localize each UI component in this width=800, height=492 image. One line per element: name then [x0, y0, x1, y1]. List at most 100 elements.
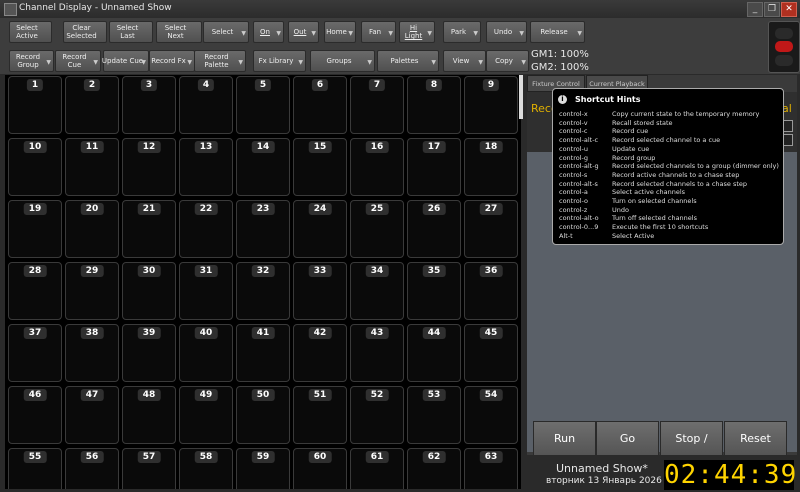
channel-cell[interactable]: 55 — [8, 448, 62, 489]
run-button[interactable]: Run — [533, 421, 596, 456]
channel-cell[interactable]: 15 — [293, 138, 347, 196]
channel-cell[interactable]: 34 — [350, 262, 404, 320]
toolbar-row2-button-5[interactable]: Fx Library ▼ — [253, 50, 306, 72]
channel-cell[interactable]: 1 — [8, 76, 62, 134]
channel-number: 43 — [365, 327, 389, 339]
channel-cell[interactable]: 40 — [179, 324, 233, 382]
go-button[interactable]: Go — [596, 421, 659, 456]
reset-button[interactable]: Reset — [724, 421, 787, 456]
hints-title: Shortcut Hints — [575, 95, 641, 104]
toolbar-row2-button-8[interactable]: View ▼ — [443, 50, 486, 72]
restore-button[interactable]: ❐ — [764, 2, 780, 17]
channel-cell[interactable]: 43 — [350, 324, 404, 382]
toolbar-row1-button-7[interactable]: Home ▼ — [324, 21, 356, 43]
channel-cell[interactable]: 46 — [8, 386, 62, 444]
channel-cell[interactable]: 33 — [293, 262, 347, 320]
toolbar-row1-button-3[interactable]: Select Next — [156, 21, 202, 43]
grid-scrollbar[interactable] — [519, 75, 523, 119]
channel-cell[interactable]: 28 — [8, 262, 62, 320]
channel-cell[interactable]: 25 — [350, 200, 404, 258]
close-button[interactable]: ✕ — [781, 2, 797, 17]
channel-cell[interactable]: 5 — [236, 76, 290, 134]
channel-cell[interactable]: 26 — [407, 200, 461, 258]
channel-cell[interactable]: 42 — [293, 324, 347, 382]
channel-cell[interactable]: 14 — [236, 138, 290, 196]
channel-cell[interactable]: 32 — [236, 262, 290, 320]
stop-back-button[interactable]: Stop / Back — [660, 421, 723, 478]
channel-cell[interactable]: 48 — [122, 386, 176, 444]
channel-cell[interactable]: 57 — [122, 448, 176, 489]
channel-cell[interactable]: 10 — [8, 138, 62, 196]
channel-cell[interactable]: 21 — [122, 200, 176, 258]
toolbar-row2-button-6[interactable]: Groups ▼ — [310, 50, 375, 72]
toolbar-row1-button-5[interactable]: On ▼ — [253, 21, 284, 43]
channel-cell[interactable]: 49 — [179, 386, 233, 444]
toolbar-row1-button-2[interactable]: Select Last — [109, 21, 153, 43]
channel-cell[interactable]: 27 — [464, 200, 518, 258]
channel-cell[interactable]: 7 — [350, 76, 404, 134]
channel-cell[interactable]: 62 — [407, 448, 461, 489]
channel-cell[interactable]: 52 — [350, 386, 404, 444]
channel-cell[interactable]: 61 — [350, 448, 404, 489]
channel-cell[interactable]: 3 — [122, 76, 176, 134]
channel-cell[interactable]: 37 — [8, 324, 62, 382]
channel-cell[interactable]: 9 — [464, 76, 518, 134]
channel-cell[interactable]: 20 — [65, 200, 119, 258]
channel-cell[interactable]: 13 — [179, 138, 233, 196]
channel-cell[interactable]: 8 — [407, 76, 461, 134]
channel-cell[interactable]: 12 — [122, 138, 176, 196]
channel-cell[interactable]: 17 — [407, 138, 461, 196]
channel-cell[interactable]: 24 — [293, 200, 347, 258]
toolbar-row1-button-6[interactable]: Out ▼ — [288, 21, 319, 43]
toolbar-row2-button-1[interactable]: Record Cue ▼ — [55, 50, 101, 72]
channel-cell[interactable]: 63 — [464, 448, 518, 489]
toolbar-row1-button-11[interactable]: Undo ▼ — [486, 21, 527, 43]
channel-cell[interactable]: 11 — [65, 138, 119, 196]
channel-cell[interactable]: 19 — [8, 200, 62, 258]
channel-cell[interactable]: 45 — [464, 324, 518, 382]
toolbar-row1-button-10[interactable]: Park ▼ — [443, 21, 481, 43]
toolbar-row1-button-8[interactable]: Fan ▼ — [361, 21, 396, 43]
toolbar-row1-button-12[interactable]: Release ▼ — [530, 21, 585, 43]
channel-cell[interactable]: 6 — [293, 76, 347, 134]
channel-cell[interactable]: 22 — [179, 200, 233, 258]
channel-cell[interactable]: 51 — [293, 386, 347, 444]
toolbar-row2-button-4[interactable]: Record Palette ▼ — [194, 50, 246, 72]
channel-cell[interactable]: 47 — [65, 386, 119, 444]
toolbar-row2-button-9[interactable]: Copy ▼ — [486, 50, 529, 72]
toolbar-row2-button-3[interactable]: Record Fx ▼ — [149, 50, 195, 72]
toolbar-row2-button-label: Palettes — [390, 57, 419, 65]
channel-cell[interactable]: 56 — [65, 448, 119, 489]
channel-cell[interactable]: 44 — [407, 324, 461, 382]
channel-cell[interactable]: 18 — [464, 138, 518, 196]
channel-cell[interactable]: 16 — [350, 138, 404, 196]
toolbar-row1-button-0[interactable]: Select Active — [9, 21, 52, 43]
toolbar-row1-button-label: Fan — [368, 28, 382, 36]
channel-cell[interactable]: 54 — [464, 386, 518, 444]
channel-cell[interactable]: 53 — [407, 386, 461, 444]
toolbar-row1-button-9[interactable]: Hi Light ▼ — [399, 21, 435, 43]
channel-cell[interactable]: 39 — [122, 324, 176, 382]
channel-cell[interactable]: 50 — [236, 386, 290, 444]
minimize-button[interactable]: _ — [747, 2, 763, 17]
channel-cell[interactable]: 35 — [407, 262, 461, 320]
channel-cell[interactable]: 30 — [122, 262, 176, 320]
channel-cell[interactable]: 4 — [179, 76, 233, 134]
channel-cell[interactable]: 23 — [236, 200, 290, 258]
channel-cell[interactable]: 31 — [179, 262, 233, 320]
toolbar-row2-button-7[interactable]: Palettes ▼ — [377, 50, 439, 72]
channel-number: 15 — [308, 141, 332, 153]
channel-cell[interactable]: 29 — [65, 262, 119, 320]
channel-cell[interactable]: 38 — [65, 324, 119, 382]
channel-cell[interactable]: 59 — [236, 448, 290, 489]
toolbar-row2-button-0[interactable]: Record Group ▼ — [9, 50, 54, 72]
toolbar-row1-button-4[interactable]: Select ▼ — [203, 21, 249, 43]
channel-cell[interactable]: 41 — [236, 324, 290, 382]
channel-cell[interactable]: 60 — [293, 448, 347, 489]
channel-cell[interactable]: 2 — [65, 76, 119, 134]
channel-cell[interactable]: 58 — [179, 448, 233, 489]
chevron-down-icon: ▼ — [519, 30, 524, 37]
channel-cell[interactable]: 36 — [464, 262, 518, 320]
toolbar-row1-button-1[interactable]: Clear Selected — [63, 21, 107, 43]
toolbar-row2-button-2[interactable]: Update Cue ▼ — [102, 50, 149, 72]
